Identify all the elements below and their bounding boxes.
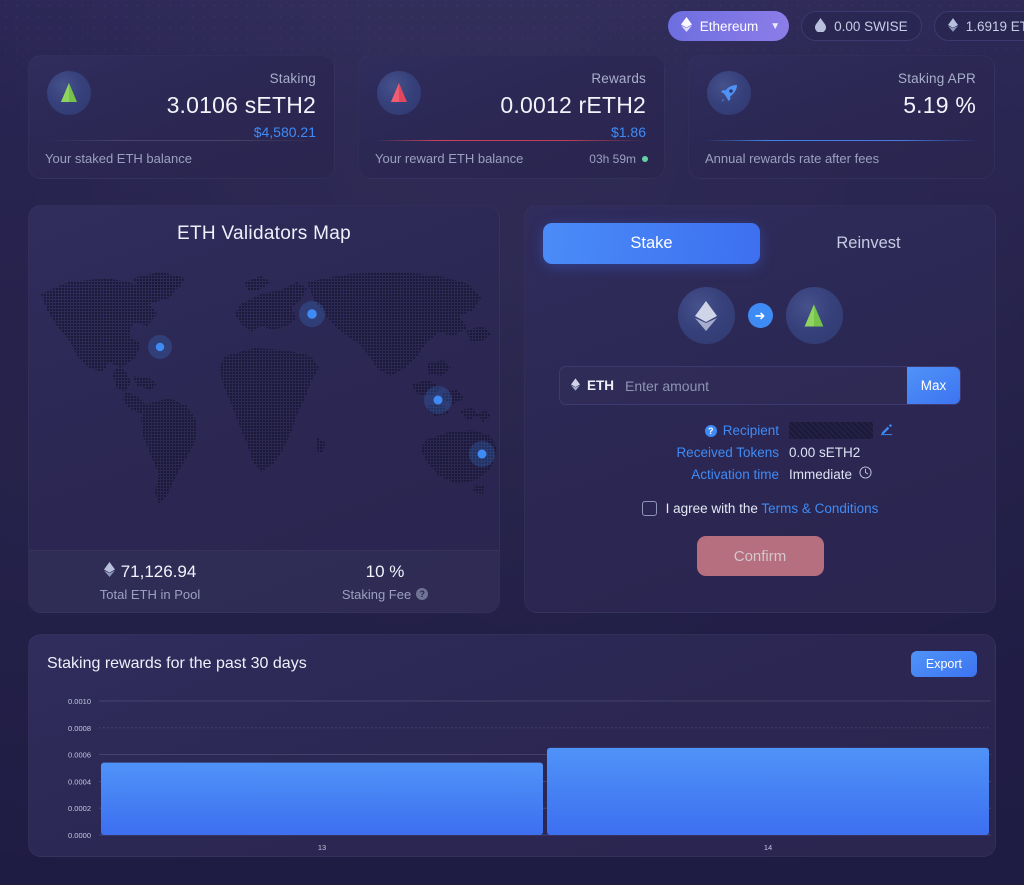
ethereum-icon xyxy=(680,17,692,35)
eth-balance-chip[interactable]: 1.6919 ET xyxy=(933,11,1024,41)
stat-footer-text: Your reward ETH balance xyxy=(375,151,524,166)
amount-input[interactable] xyxy=(625,377,907,394)
stat-value: 3.0106 sETH2 xyxy=(166,92,316,118)
stat-label: Staking APR xyxy=(898,71,976,86)
total-eth-caption: Total ETH in Pool xyxy=(99,586,201,602)
rewards-countdown: 03h 59m xyxy=(589,152,648,166)
activation-time-value-wrap: Immediate xyxy=(789,466,872,482)
clock-icon xyxy=(859,466,872,482)
world-map xyxy=(29,264,499,554)
stake-panel: Stake Reinvest ➜ ETH Max ? Recipient xyxy=(524,205,996,613)
terms-text: I agree with the Terms & Conditions xyxy=(666,501,879,516)
card-divider xyxy=(705,140,978,141)
rocket-icon xyxy=(707,71,751,115)
confirm-button[interactable]: Confirm xyxy=(696,536,824,576)
reth2-token-icon xyxy=(377,71,421,115)
swise-balance-chip[interactable]: 0.00 SWISE xyxy=(801,11,922,41)
activation-time-label: Activation time xyxy=(691,466,779,482)
rewards-bar-chart: 0.0010 0.0008 0.0006 0.0004 0.0002 0.0000 13 14 xyxy=(29,695,995,856)
detail-row-recipient: ? Recipient xyxy=(525,422,995,439)
stat-usd-value: $4,580.21 xyxy=(253,124,316,140)
max-button[interactable]: Max xyxy=(907,367,960,404)
stat-label: Staking xyxy=(269,71,316,86)
received-tokens-label: Received Tokens xyxy=(676,445,779,460)
stat-label: Rewards xyxy=(591,71,646,86)
stat-usd-value: $1.86 xyxy=(610,124,646,140)
edit-icon[interactable] xyxy=(880,423,893,439)
svg-text:0.0000: 0.0000 xyxy=(68,831,91,840)
rewards-stat-card: Rewards 0.0012 rETH2 $1.86 Your reward E… xyxy=(358,55,665,179)
arrow-right-icon: ➜ xyxy=(747,303,773,328)
ethereum-icon xyxy=(103,561,115,582)
tab-stake[interactable]: Stake xyxy=(543,223,760,264)
staking-fee-block: 10 % Staking Fee ? xyxy=(341,561,429,602)
terms-link[interactable]: Terms & Conditions xyxy=(761,501,878,516)
pool-stats-footer: 71,126.94 Total ETH in Pool 10 % Staking… xyxy=(29,550,499,612)
svg-text:0.0006: 0.0006 xyxy=(68,751,91,760)
svg-text:13: 13 xyxy=(318,843,326,852)
ethereum-icon xyxy=(947,17,958,35)
svg-text:0.0004: 0.0004 xyxy=(68,777,91,786)
map-title: ETH Validators Map xyxy=(177,223,351,244)
amount-input-row: ETH Max xyxy=(559,366,961,405)
recipient-label-wrap: ? Recipient xyxy=(659,423,779,438)
stake-details: ? Recipient Received Tokens 0.00 sETH2 A… xyxy=(525,422,995,482)
rewards-countdown-value: 03h 59m xyxy=(589,151,636,166)
received-tokens-value: 0.00 sETH2 xyxy=(789,445,861,460)
card-divider xyxy=(45,140,318,141)
terms-prefix: I agree with the xyxy=(665,501,762,516)
detail-row-activation-time: Activation time Immediate xyxy=(525,466,995,482)
svg-text:0.0002: 0.0002 xyxy=(68,804,91,813)
top-bar: Ethereum ▼ 0.00 SWISE 1.6919 ET xyxy=(667,11,1024,41)
token-swap-indicator: ➜ xyxy=(525,287,995,344)
swise-balance-value: 0.00 SWISE xyxy=(834,18,908,34)
export-button[interactable]: Export xyxy=(910,651,977,677)
network-name: Ethereum xyxy=(699,18,759,34)
stat-footer-text: Annual rewards rate after fees xyxy=(705,151,880,166)
total-eth-value: 71,126.94 xyxy=(120,561,197,581)
stat-value: 5.19 % xyxy=(903,92,976,118)
staking-fee-caption-wrap: Staking Fee ? xyxy=(341,586,429,602)
recipient-value xyxy=(789,422,893,439)
status-dot-icon xyxy=(642,155,648,162)
input-currency-text: ETH xyxy=(587,378,614,393)
svg-text:14: 14 xyxy=(764,843,772,852)
terms-agreement-row: I agree with the Terms & Conditions xyxy=(525,501,995,516)
swise-icon xyxy=(815,17,827,35)
staking-fee-value: 10 % xyxy=(365,561,405,581)
staking-stat-card: Staking 3.0106 sETH2 $4,580.21 Your stak… xyxy=(28,55,335,179)
svg-text:0.0010: 0.0010 xyxy=(68,697,91,706)
terms-checkbox[interactable] xyxy=(641,501,657,516)
staking-apr-stat-card: Staking APR 5.19 % Annual rewards rate a… xyxy=(688,55,995,179)
help-icon[interactable]: ? xyxy=(416,588,429,600)
chevron-down-icon: ▼ xyxy=(770,20,781,32)
recipient-label: Recipient xyxy=(722,423,779,438)
validators-map-card: ETH Validators Map 71,126.94 Total ETH i… xyxy=(28,205,500,613)
recipient-address-redacted xyxy=(789,422,873,439)
stake-tabs: Stake Reinvest xyxy=(525,206,995,264)
stat-value: 0.0012 rETH2 xyxy=(500,92,646,118)
svg-text:0.0008: 0.0008 xyxy=(68,724,91,733)
chart-header: Staking rewards for the past 30 days Exp… xyxy=(29,635,995,677)
input-currency-label: ETH xyxy=(560,377,625,394)
card-divider xyxy=(375,140,648,141)
rewards-chart-card: Staking rewards for the past 30 days Exp… xyxy=(28,634,996,857)
ethereum-icon xyxy=(571,377,580,394)
eth-balance-value: 1.6919 ET xyxy=(965,18,1024,34)
info-icon[interactable]: ? xyxy=(704,424,717,437)
activation-time-value: Immediate xyxy=(789,466,853,482)
detail-row-received-tokens: Received Tokens 0.00 sETH2 xyxy=(525,445,995,460)
network-selector[interactable]: Ethereum ▼ xyxy=(667,11,790,41)
staking-fee-caption: Staking Fee xyxy=(341,586,412,602)
seth2-token-icon xyxy=(47,71,91,115)
chart-bar[interactable] xyxy=(547,747,989,835)
total-eth-block: 71,126.94 Total ETH in Pool xyxy=(99,561,201,602)
chart-title: Staking rewards for the past 30 days xyxy=(47,655,307,672)
stat-footer-text: Your staked ETH balance xyxy=(45,151,192,166)
ethereum-icon xyxy=(677,287,735,344)
seth2-token-icon xyxy=(785,287,843,344)
chart-bar[interactable] xyxy=(101,762,543,835)
tab-reinvest[interactable]: Reinvest xyxy=(760,223,977,264)
